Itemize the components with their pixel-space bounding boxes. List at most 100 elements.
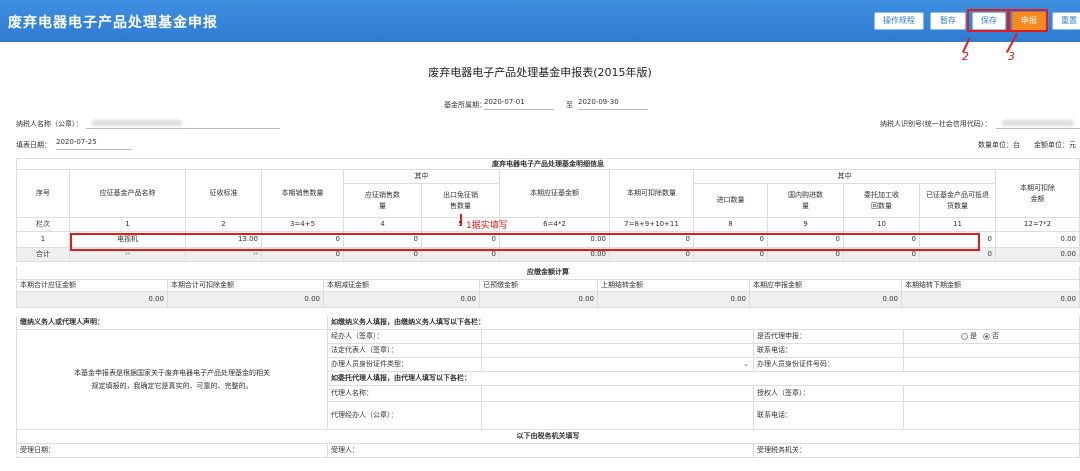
calc-value: 0.00	[168, 292, 324, 308]
guide-button[interactable]: 操作规程	[874, 12, 924, 30]
calc-value: 0.00	[16, 292, 168, 308]
index-row-cell: 2	[186, 218, 262, 232]
legal-rep-input[interactable]	[482, 344, 754, 358]
index-row-cell: 1	[70, 218, 186, 232]
calc-label: 上期结转金额	[598, 280, 750, 292]
id-type-select[interactable]: ⌄	[482, 358, 754, 372]
id-no-input[interactable]	[904, 358, 1080, 372]
fill-date-input[interactable]: 2020-07-25	[56, 138, 132, 150]
index-row-cell: 9	[768, 218, 844, 232]
calc-caption: 应缴金额计算	[16, 266, 1080, 280]
hdr-sales-qty: 本期销售数量	[262, 170, 344, 218]
taxpayer-id-blurred	[1002, 120, 1074, 126]
index-row-cell: 栏次	[16, 218, 70, 232]
hdr-returned-qty: 已征基金产品可抵退货数量	[920, 184, 996, 218]
agent-name-label: 代理人名称：	[328, 386, 482, 402]
taxpayer-name-blurred	[92, 120, 182, 126]
save-highlight	[967, 9, 1009, 32]
agent-phone-label: 联系电话：	[754, 402, 904, 430]
phone-label: 联系电话：	[754, 344, 904, 358]
handler-label: 经办人（签章）：	[328, 330, 482, 344]
reset-button[interactable]: 重置	[1052, 12, 1080, 30]
marker-3: 3	[1008, 50, 1015, 63]
hdr-of-which: 其中	[344, 170, 500, 184]
decl-self-title: 如缴纳义务人填报，由缴纳义务人填写以下各栏：	[328, 316, 1080, 330]
agent-radio-group[interactable]: 是 否	[904, 330, 1080, 344]
decl-left-text: 本基金申报表是根据国家关于废弃电器电子产品处理基金的相关规定填报的，我确定它是真…	[16, 330, 328, 430]
agent-question-label: 是否代理申报：	[754, 330, 904, 344]
hdr-export-exempt: 出口免征销售数量	[422, 184, 500, 218]
top-bar: 废弃电器电子产品处理基金申报 操作规程 暂存 保存 申报 重置	[0, 0, 1080, 42]
tax-office-title: 以下由税务机关填写	[16, 430, 1080, 444]
period-label: 基金所属期：	[444, 101, 486, 109]
radio-no[interactable]	[983, 333, 990, 340]
quantity-unit: 数量单位：台	[978, 141, 1020, 149]
index-row-cell: 7=8+9+10+11	[610, 218, 694, 232]
index-row-cell: 12=7*2	[996, 218, 1080, 232]
index-row-cell: 4	[344, 218, 422, 232]
fill-date-label: 填表日期：	[16, 141, 51, 149]
authorized-input[interactable]	[904, 386, 1080, 402]
table-caption: 废弃电器电子产品处理基金明细信息	[16, 158, 1080, 170]
hdr-product: 应征基金产品名称	[70, 170, 186, 218]
index-row-cell: 3=4+5	[262, 218, 344, 232]
fill-date-value: 2020-07-25	[56, 138, 97, 146]
detail-table: 废弃电器电子产品处理基金明细信息 序号 应征基金产品名称 征收标准 本期销售数量…	[16, 158, 1080, 468]
calc-label: 本期结转下期金额	[902, 280, 1080, 292]
radio-yes-label: 是	[970, 332, 977, 340]
hdr-deductible-qty: 本期可扣除数量	[610, 170, 694, 218]
hdr-seq: 序号	[16, 170, 70, 218]
submit-highlight	[1008, 9, 1048, 32]
period-from-input[interactable]: 2020-07-01	[484, 98, 554, 110]
total-row-cell: 合计	[16, 248, 70, 262]
radio-yes[interactable]	[961, 333, 968, 340]
hdr-deductible-amount: 本期可扣除金额	[996, 170, 1080, 218]
hdr-of-which-2: 其中	[694, 170, 996, 184]
hdr-domestic-qty: 国内购进数量	[768, 184, 844, 218]
row-highlight	[70, 233, 980, 251]
draft-button[interactable]: 暂存	[930, 12, 966, 30]
index-row-cell: 8	[694, 218, 768, 232]
calc-value: 0.00	[324, 292, 480, 308]
calc-value: 0.00	[480, 292, 598, 308]
calc-value: 0.00	[750, 292, 902, 308]
phone-input[interactable]	[904, 344, 1080, 358]
decl-left-title: 缴纳义务人或代理人声明：	[16, 316, 328, 330]
marker-1: 1据实填写	[466, 221, 508, 231]
total-row-cell: 0.00	[996, 248, 1080, 262]
calc-label: 已预缴金额	[480, 280, 598, 292]
agent-handler-input[interactable]	[482, 402, 754, 430]
calc-value: 0.00	[598, 292, 750, 308]
period-from-value: 2020-07-01	[484, 98, 525, 106]
handler-input[interactable]	[482, 330, 754, 344]
agent-handler-label: 代理经办人（公章）：	[328, 402, 482, 430]
calc-label: 本期合计可扣除金额	[168, 280, 324, 292]
chevron-down-icon: ⌄	[743, 360, 749, 368]
index-row-cell: 11	[920, 218, 996, 232]
calc-label: 本期减征金额	[324, 280, 480, 292]
period-to-input[interactable]: 2020-09-30	[578, 98, 648, 110]
authorized-label: 授权人（签章）：	[754, 386, 904, 402]
hdr-fund-payable: 本期应征基金额	[500, 170, 610, 218]
taxpayer-id-label: 纳税人识别号(统一社会信用代码）：	[880, 120, 992, 128]
calc-label: 本期合计应征金额	[16, 280, 168, 292]
taxpayer-name-label: 纳税人名称（公章）：	[16, 120, 83, 128]
legal-rep-label: 法定代表人（签章）：	[328, 344, 482, 358]
agent-phone-input[interactable]	[904, 402, 1080, 430]
data-row-cell: 1	[16, 232, 70, 248]
accept-date-label: 受理日期：	[16, 444, 328, 458]
hdr-import-qty: 进口数量	[694, 184, 768, 218]
arrow-1	[460, 214, 462, 226]
decl-agent-title: 如委托代理人填报，由代理人填写以下各栏：	[328, 372, 1080, 386]
acceptor-label: 受理人：	[328, 444, 754, 458]
calc-label: 本期应申报金额	[750, 280, 902, 292]
period-to-value: 2020-09-30	[578, 98, 619, 106]
calc-value: 0.00	[902, 292, 1080, 308]
data-row-cell[interactable]: 0.00	[996, 232, 1080, 248]
index-row-cell: 10	[844, 218, 920, 232]
radio-no-label: 否	[992, 332, 999, 340]
hdr-processing-qty: 委托加工收回数量	[844, 184, 920, 218]
marker-2: 2	[962, 50, 969, 63]
index-row-cell: 6=4*2	[500, 218, 610, 232]
agent-name-input[interactable]	[482, 386, 754, 402]
